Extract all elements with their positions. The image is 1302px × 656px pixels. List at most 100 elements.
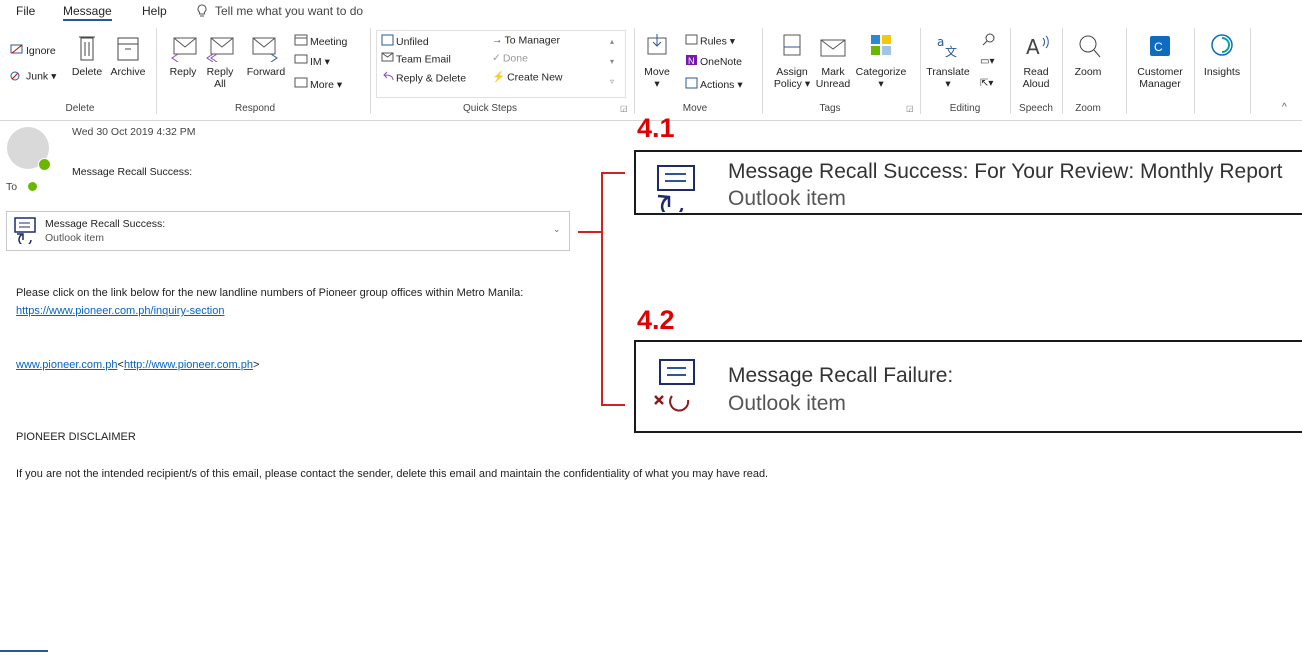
read-aloud-button[interactable]: A Read Aloud	[1016, 32, 1056, 90]
quick-step-team-email[interactable]: Team Email	[381, 52, 451, 67]
related-icon[interactable]: ▭▾	[980, 56, 994, 67]
delete-group-label: Delete	[65, 103, 95, 114]
connector-line	[601, 172, 603, 405]
translate-button[interactable]: a文 Translate ▾	[926, 32, 970, 90]
menu-help[interactable]: Help	[142, 4, 167, 18]
rules-icon	[685, 34, 698, 49]
svg-text:A: A	[1026, 35, 1040, 59]
magnifier-icon	[1079, 35, 1101, 58]
connector-line	[601, 172, 625, 174]
tags-group-label: Tags	[819, 103, 841, 114]
select-cursor-icon[interactable]: ⇱▾	[980, 78, 993, 89]
calendar-icon	[294, 34, 308, 50]
inquiry-link[interactable]: https://www.pioneer.com.ph/inquiry-secti…	[16, 305, 225, 317]
insights-button[interactable]: Insights	[1200, 32, 1244, 78]
attachment-dropdown-icon[interactable]: ⌄	[553, 224, 561, 235]
more-respond-button[interactable]: More ▾	[294, 77, 342, 93]
recall-success-icon	[652, 162, 702, 218]
gallery-scroll[interactable]: ▴ ▾ ▿	[610, 32, 614, 92]
attachment-item[interactable]: Message Recall Success: Outlook item ⌄	[6, 211, 570, 251]
junk-button[interactable]: Junk ▾	[10, 68, 56, 85]
menu-file[interactable]: File	[16, 4, 35, 18]
respond-group-label: Respond	[234, 103, 276, 114]
delete-button[interactable]: Delete	[68, 32, 106, 78]
menu-message[interactable]: Message	[63, 4, 112, 21]
disclaimer-text: If you are not the intended recipient/s …	[16, 468, 769, 480]
dialog-launcher-icon[interactable]: ◲	[906, 104, 914, 113]
separator	[634, 28, 635, 114]
site-link-2[interactable]: http://www.pioneer.com.ph	[124, 359, 253, 371]
collapse-ribbon-icon[interactable]: ^	[1282, 102, 1287, 113]
email-date: Wed 30 Oct 2019 4:32 PM	[72, 126, 196, 138]
trash-icon	[79, 36, 95, 61]
editing-group-label: Editing	[949, 103, 981, 114]
quick-step-reply-delete[interactable]: Reply & Delete	[381, 71, 466, 86]
mail-icon	[381, 52, 394, 67]
ignore-button[interactable]: Ignore	[10, 43, 56, 59]
reply-button[interactable]: Reply	[166, 32, 200, 78]
policy-icon	[783, 34, 801, 56]
archive-icon	[117, 37, 139, 61]
callout-title-1: Message Recall Success: For Your Review:…	[728, 160, 1283, 183]
customer-manager-button[interactable]: C Customer Manager	[1132, 32, 1188, 90]
separator	[156, 28, 157, 114]
site-link[interactable]: www.pioneer.com.ph	[16, 359, 118, 371]
tell-me-search[interactable]: Tell me what you want to do	[215, 4, 363, 18]
quick-step-create-new[interactable]: ⚡ Create New	[492, 71, 563, 84]
junk-icon	[10, 68, 24, 85]
lightning-icon: ⚡	[492, 71, 506, 83]
recipient-presence-icon	[28, 182, 37, 191]
assign-policy-button[interactable]: Assign Policy ▾	[770, 32, 814, 90]
customer-manager-icon: C	[1150, 36, 1170, 56]
find-search-icon[interactable]	[982, 32, 996, 51]
recall-failure-icon	[652, 356, 702, 417]
attachment-title: Message Recall Success:	[45, 218, 166, 230]
actions-button[interactable]: Actions ▾	[685, 77, 743, 93]
dialog-launcher-icon[interactable]: ◲	[620, 104, 628, 113]
callout-box-1: Message Recall Success: For Your Review:…	[634, 150, 1302, 218]
more-icon	[294, 77, 308, 93]
actions-icon	[685, 77, 698, 93]
onenote-button[interactable]: N OneNote	[685, 54, 742, 70]
separator	[1126, 28, 1127, 114]
quick-steps-group-label: Quick Steps	[463, 103, 517, 114]
callout-title-2: Message Recall Failure:	[728, 364, 954, 387]
move-group-label: Move	[682, 103, 708, 114]
meeting-button[interactable]: Meeting	[294, 34, 347, 50]
menu-bar: File Message Help Tell me what you want …	[0, 0, 1302, 24]
move-icon	[647, 34, 667, 55]
mark-unread-button[interactable]: Mark Unread	[815, 32, 851, 90]
archive-button[interactable]: Archive	[108, 32, 148, 78]
zoom-button[interactable]: Zoom	[1068, 32, 1108, 78]
bottom-accent	[0, 650, 48, 652]
separator	[370, 28, 371, 114]
connector-line	[601, 404, 625, 406]
insights-icon	[1211, 34, 1233, 56]
separator	[1194, 28, 1195, 114]
ribbon: Ignore Junk ▾ Delete Archive Delete Repl…	[0, 24, 1302, 121]
categorize-button[interactable]: Categorize ▾	[853, 32, 909, 90]
reply-all-button[interactable]: Reply All	[203, 32, 237, 90]
reply-icon	[171, 37, 197, 62]
separator	[762, 28, 763, 114]
svg-text:文: 文	[945, 44, 957, 59]
quick-step-unfiled[interactable]: Unfiled	[381, 34, 429, 50]
callout-number-2: 4.2	[637, 305, 675, 335]
quick-step-to-manager[interactable]: → To Manager	[492, 34, 560, 47]
categorize-icon	[871, 35, 891, 55]
forward-button[interactable]: Forward	[244, 32, 288, 78]
folder-icon	[381, 34, 394, 50]
separator	[920, 28, 921, 114]
rules-button[interactable]: Rules ▾	[685, 34, 735, 49]
speech-group-label: Speech	[1019, 103, 1053, 114]
quick-step-done[interactable]: ✓ Done	[492, 52, 528, 65]
callout-subtitle-2: Outlook item	[728, 392, 846, 415]
im-button[interactable]: IM ▾	[294, 54, 330, 70]
envelope-icon	[820, 39, 846, 57]
body-link2-wrap: www.pioneer.com.ph<http://www.pioneer.co…	[16, 359, 260, 371]
svg-text:C: C	[1154, 40, 1163, 54]
ignore-icon	[10, 43, 24, 59]
move-button[interactable]: Move ▾	[642, 32, 672, 90]
reply-arrow-icon	[381, 71, 394, 86]
disclaimer-title: PIONEER DISCLAIMER	[16, 431, 136, 443]
